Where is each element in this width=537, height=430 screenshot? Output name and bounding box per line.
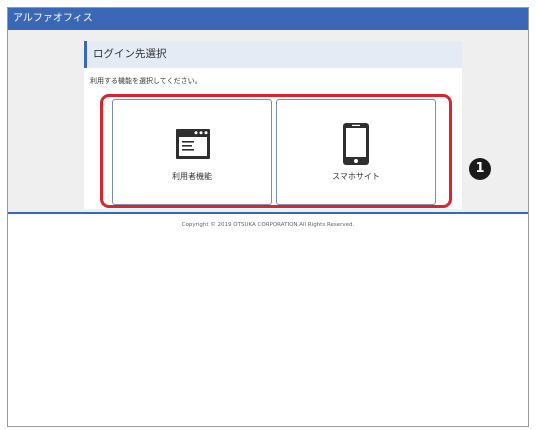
user-function-label: 利用者機能	[172, 172, 212, 181]
login-section: ログイン先選択 利用する機能を選択してください。 利用者機能 スマホサイト 1	[8, 30, 528, 214]
callout-number-badge: 1	[469, 158, 491, 180]
smartphone-site-button[interactable]: スマホサイト	[276, 99, 436, 205]
browser-window-icon	[176, 129, 210, 163]
smartphone-icon	[343, 123, 369, 169]
instruction-text: 利用する機能を選択してください。	[90, 77, 202, 85]
app-window: アルファオフィス ログイン先選択 利用する機能を選択してください。 利用者機能 …	[7, 7, 529, 427]
smartphone-site-label: スマホサイト	[332, 172, 380, 181]
login-panel: ログイン先選択 利用する機能を選択してください。 利用者機能 スマホサイト	[84, 41, 462, 209]
user-function-button[interactable]: 利用者機能	[112, 99, 272, 205]
copyright-text: Copyright © 2019 OTSUKA CORPORATION All …	[181, 222, 355, 228]
page-title: ログイン先選択	[84, 41, 462, 68]
app-title: アルファオフィス	[8, 8, 528, 30]
